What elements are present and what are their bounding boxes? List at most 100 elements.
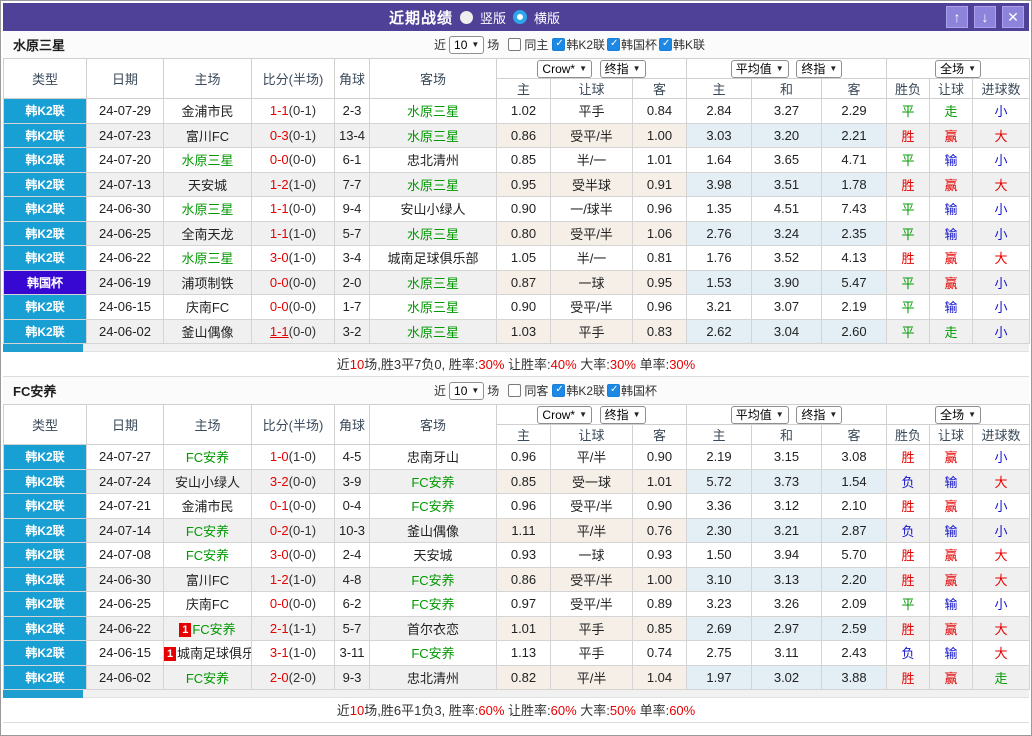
odds-home: 0.96 (496, 444, 551, 470)
score-cell: 2-1(1-1) (251, 615, 335, 641)
fulltime-select[interactable]: 全场 (935, 405, 981, 424)
team-label: FC安养 (411, 499, 455, 515)
score-cell: 0-0(0-0) (251, 591, 335, 617)
result-goals: 小 (972, 294, 1031, 320)
score-cell: 1-1(1-0) (251, 220, 335, 246)
games-suffix-label: 场 (487, 38, 500, 52)
odds-away: 0.91 (632, 171, 687, 197)
result-outcome: 胜 (886, 664, 931, 690)
summary-segment: 30% (669, 357, 696, 372)
same-venue-checkbox[interactable] (508, 384, 522, 397)
odds-handicap: 受一球 (550, 468, 633, 494)
halftime-score: (0-0) (288, 596, 317, 612)
result-handicap: 走 (929, 318, 974, 344)
odds-away: 1.01 (632, 147, 687, 173)
home-team: 水原三星 (163, 245, 252, 271)
bookmaker-select[interactable]: Crow* (537, 405, 593, 424)
league-checkbox[interactable] (552, 384, 566, 397)
away-team: 釜山偶像 (369, 517, 497, 543)
odds-stage-select[interactable]: 终指 (599, 59, 646, 78)
average-select[interactable]: 平均值 (730, 59, 789, 78)
result-goals: 小 (972, 444, 1031, 470)
horizontal-scrollbar[interactable] (3, 690, 1029, 698)
scrollbar-thumb[interactable] (3, 344, 83, 352)
col-header-goals-result: 进球数 (972, 424, 1031, 445)
match-type: 韩国杯 (3, 269, 87, 295)
result-handicap: 赢 (929, 615, 974, 641)
horizontal-layout-label[interactable]: 横版 (534, 8, 560, 27)
home-team: FC安养 (163, 444, 252, 470)
odds-stage-select[interactable]: 终指 (599, 405, 646, 424)
team-label: 水原三星 (406, 104, 459, 120)
move-up-button[interactable]: ↑ (946, 6, 968, 28)
home-team: 庆南FC (163, 591, 252, 617)
avg-away: 3.88 (820, 664, 888, 690)
league-checkbox[interactable] (607, 38, 621, 51)
score-cell: 0-0(0-0) (251, 269, 335, 295)
fulltime-score: 0-0 (269, 596, 289, 612)
odds-away: 0.95 (632, 269, 687, 295)
result-outcome: 胜 (886, 171, 931, 197)
avg-home: 2.19 (686, 444, 752, 470)
away-team: 水原三星 (369, 220, 497, 246)
matches-table: 类型 日期 主场 比分(半场) 角球 客场 Crow* 终指 平均值 终指 (3, 58, 1031, 344)
vertical-layout-label[interactable]: 竖版 (480, 8, 506, 27)
odds-handicap: 受平/半 (550, 294, 633, 320)
move-down-button[interactable]: ↓ (974, 6, 996, 28)
team-label: FC安养 (411, 474, 455, 490)
league-checkbox[interactable] (607, 384, 621, 397)
result-handicap: 输 (929, 294, 974, 320)
horizontal-layout-radio[interactable] (513, 10, 527, 24)
match-row: 韩K2联 24-07-08 FC安养 3-0(0-0) 2-4 天安城 0.93 一球 0.93… (3, 542, 1031, 568)
halftime-score: (0-1) (288, 103, 317, 119)
average-stage-select[interactable]: 终指 (796, 59, 843, 78)
league-checkbox[interactable] (659, 38, 673, 51)
average-stage-select[interactable]: 终指 (796, 405, 843, 424)
avg-home: 1.97 (686, 664, 752, 690)
result-goals: 小 (972, 517, 1031, 543)
score-cell: 2-0(2-0) (251, 664, 335, 690)
result-outcome: 胜 (886, 444, 931, 470)
result-goals: 大 (972, 640, 1031, 666)
average-select[interactable]: 平均值 (730, 405, 789, 424)
recent-results-window: 近期战绩 竖版 横版 ↑ ↓ ✕ 水原三星 近 10 场 同主 韩K2联韩国杯韩… (0, 0, 1032, 736)
result-goals: 小 (972, 98, 1031, 124)
close-button[interactable]: ✕ (1002, 6, 1024, 28)
home-team: 全南天龙 (163, 220, 252, 246)
result-outcome: 平 (886, 294, 931, 320)
col-header-home: 主场 (163, 404, 252, 445)
avg-away: 3.08 (820, 444, 888, 470)
horizontal-scrollbar[interactable] (3, 344, 1029, 352)
team-label: 釜山偶像 (181, 324, 234, 340)
result-handicap: 输 (929, 640, 974, 666)
fulltime-score: 2-1 (269, 620, 289, 636)
col-header-score: 比分(半场) (251, 58, 335, 99)
games-count-select[interactable]: 10 (449, 381, 485, 400)
col-header-corner: 角球 (334, 58, 370, 99)
team-label: 浦项制铁 (181, 275, 234, 291)
league-filter-group: 韩K2联 韩国杯 韩K联 (550, 36, 705, 53)
away-team: 天安城 (369, 542, 497, 568)
fulltime-score: 1-2 (269, 176, 289, 192)
result-goals: 大 (972, 615, 1031, 641)
match-date: 24-07-23 (86, 122, 164, 148)
team-label: 城南足球俱乐部 (177, 646, 251, 662)
scrollbar-thumb[interactable] (3, 690, 83, 698)
bookmaker-select[interactable]: Crow* (537, 59, 593, 78)
match-type: 韩K2联 (3, 122, 87, 148)
corner-count: 5-7 (334, 615, 370, 641)
result-outcome: 胜 (886, 493, 931, 519)
league-checkbox[interactable] (552, 38, 566, 51)
col-header-odds-away: 客 (632, 78, 687, 99)
fulltime-select[interactable]: 全场 (935, 59, 981, 78)
fulltime-score: 0-0 (269, 299, 289, 315)
odds-away: 1.04 (632, 664, 687, 690)
games-count-select[interactable]: 10 (449, 35, 485, 54)
avg-away: 2.21 (820, 122, 888, 148)
odds-home: 0.80 (496, 220, 551, 246)
filter-bar: 近 10 场 同主 韩K2联 韩国杯 韩K联 (431, 31, 705, 58)
vertical-layout-radio[interactable] (459, 10, 473, 24)
odds-away: 0.96 (632, 196, 687, 222)
corner-count: 2-0 (334, 269, 370, 295)
same-venue-checkbox[interactable] (508, 38, 522, 51)
